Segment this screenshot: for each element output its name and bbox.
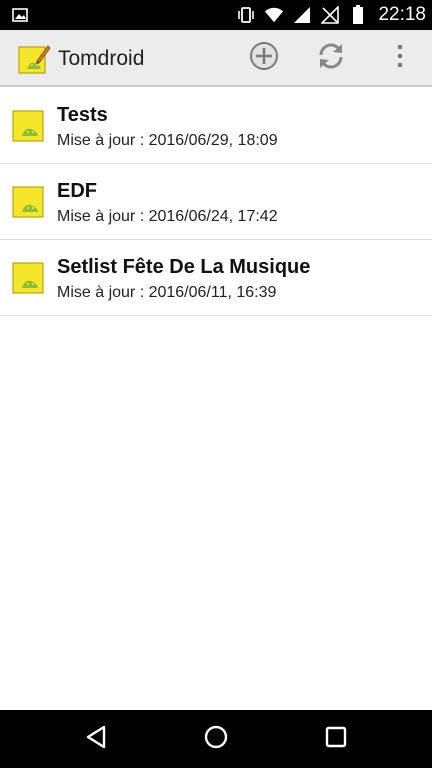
overflow-menu-icon: [396, 42, 404, 75]
note-icon: [12, 262, 44, 294]
note-list-item[interactable]: Setlist Fête De La Musique Mise à jour :…: [0, 240, 432, 316]
note-list-item[interactable]: EDF Mise à jour : 2016/06/24, 17:42: [0, 164, 432, 240]
note-title: EDF: [57, 180, 97, 202]
note-list: Tests Mise à jour : 2016/06/29, 18:09 ED…: [0, 88, 432, 316]
note-icon: [12, 186, 44, 218]
image-notification-icon: [12, 7, 28, 23]
signal-icon: [292, 5, 312, 25]
status-time: 22:18: [378, 4, 426, 25]
sync-button[interactable]: [315, 42, 347, 74]
add-circle-icon: [249, 41, 279, 76]
note-title: Setlist Fête De La Musique: [57, 256, 311, 278]
no-signal-icon: [320, 5, 340, 25]
app-title: Tomdroid: [58, 47, 145, 70]
battery-icon: [348, 5, 368, 25]
note-updated-date: Mise à jour : 2016/06/11, 16:39: [57, 284, 277, 301]
sync-icon: [315, 40, 347, 77]
screen: 22:18 Tomdroid Tests Mise à jour: 2016/…: [0, 0, 432, 768]
home-button[interactable]: [200, 723, 232, 755]
note-icon: [12, 110, 44, 142]
recents-icon: [324, 725, 348, 754]
add-note-button[interactable]: [248, 41, 280, 76]
back-icon: [84, 724, 108, 755]
note-updated-date: Mise à jour : 2016/06/24, 17:42: [57, 208, 278, 225]
vibrate-icon: [236, 5, 256, 25]
note-updated-date: Mise à jour : 2016/06/29, 18:09: [57, 132, 278, 149]
status-bar: 22:18: [0, 0, 432, 30]
note-list-item[interactable]: Tests Mise à jour : 2016/06/29, 18:09: [0, 88, 432, 164]
navigation-bar: [0, 710, 432, 768]
back-button[interactable]: [80, 723, 112, 755]
wifi-icon: [264, 5, 284, 25]
tomdroid-note-icon: [17, 43, 51, 75]
note-title: Tests: [57, 104, 108, 126]
action-bar: Tomdroid: [0, 30, 432, 87]
recents-button[interactable]: [320, 723, 352, 755]
home-icon: [203, 724, 229, 755]
overflow-menu-button[interactable]: [390, 42, 410, 74]
